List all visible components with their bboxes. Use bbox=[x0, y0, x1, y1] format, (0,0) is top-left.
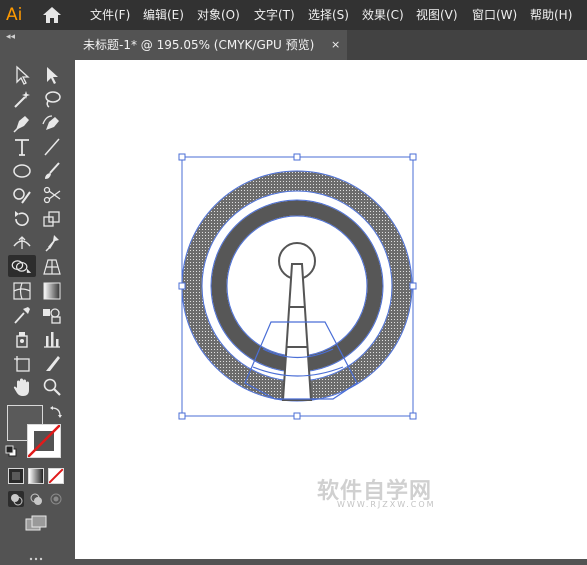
perspective-grid-tool-icon[interactable] bbox=[40, 256, 64, 278]
document-tab-title: 未标题-1* @ 195.05% (CMYK/GPU 预览) bbox=[83, 38, 315, 52]
scale-tool-icon[interactable] bbox=[40, 208, 64, 230]
menu-file[interactable]: 文件(F) bbox=[90, 0, 130, 30]
document-tab[interactable]: 未标题-1* @ 195.05% (CMYK/GPU 预览) × bbox=[75, 30, 347, 60]
more-tools-icon[interactable] bbox=[28, 551, 44, 561]
pen-tool-icon[interactable] bbox=[10, 112, 34, 134]
document-tab-bar: 未标题-1* @ 195.05% (CMYK/GPU 预览) × bbox=[75, 30, 587, 60]
color-mode-button[interactable] bbox=[8, 468, 24, 484]
gradient-mode-button[interactable] bbox=[28, 468, 44, 484]
app-logo: Ai bbox=[6, 5, 23, 25]
eyedropper-tool-icon[interactable] bbox=[10, 304, 34, 326]
symbol-sprayer-tool-icon[interactable] bbox=[10, 328, 34, 350]
draw-inside-icon[interactable] bbox=[48, 491, 64, 507]
slice-tool-icon[interactable] bbox=[40, 352, 64, 374]
menu-select[interactable]: 选择(S) bbox=[308, 0, 349, 30]
direct-selection-tool-icon[interactable] bbox=[40, 64, 64, 86]
puppet-warp-tool-icon[interactable] bbox=[40, 232, 64, 254]
ellipse-tool-icon[interactable] bbox=[10, 160, 34, 182]
blend-tool-icon[interactable] bbox=[40, 304, 64, 326]
home-icon[interactable] bbox=[42, 6, 62, 24]
watermark-url: WWW.RJZXW.COM bbox=[337, 500, 436, 509]
menu-effect[interactable]: 效果(C) bbox=[362, 0, 404, 30]
zoom-tool-icon[interactable] bbox=[40, 376, 64, 398]
shape-builder-tool-icon[interactable] bbox=[8, 255, 36, 277]
artboard-tool-icon[interactable] bbox=[10, 352, 34, 374]
panel-collapse-icon[interactable]: ◂◂ bbox=[6, 32, 15, 42]
magic-wand-tool-icon[interactable] bbox=[10, 88, 34, 110]
none-mode-button[interactable] bbox=[48, 468, 64, 484]
selection-tool-icon[interactable] bbox=[10, 64, 34, 86]
mesh-tool-icon[interactable] bbox=[10, 280, 34, 302]
swap-fill-stroke-icon[interactable] bbox=[49, 405, 63, 419]
column-graph-tool-icon[interactable] bbox=[40, 328, 64, 350]
paintbrush-tool-icon[interactable] bbox=[40, 160, 64, 182]
hand-tool-icon[interactable] bbox=[10, 376, 34, 398]
close-icon[interactable]: × bbox=[331, 30, 340, 60]
line-segment-tool-icon[interactable] bbox=[40, 136, 64, 158]
default-fill-stroke-icon[interactable] bbox=[5, 445, 17, 457]
type-tool-icon[interactable] bbox=[10, 136, 34, 158]
menu-type[interactable]: 文字(T) bbox=[254, 0, 295, 30]
screen-mode-icon[interactable] bbox=[24, 515, 48, 533]
scissors-tool-icon[interactable] bbox=[40, 184, 64, 206]
draw-normal-icon[interactable] bbox=[8, 491, 24, 507]
menu-view[interactable]: 视图(V) bbox=[416, 0, 458, 30]
menu-help[interactable]: 帮助(H) bbox=[530, 0, 572, 30]
lasso-tool-icon[interactable] bbox=[40, 88, 64, 110]
curvature-tool-icon[interactable] bbox=[40, 112, 64, 134]
menu-window[interactable]: 窗口(W) bbox=[472, 0, 517, 30]
gradient-tool-icon[interactable] bbox=[40, 280, 64, 302]
shaper-tool-icon[interactable] bbox=[10, 184, 34, 206]
menu-bar: Ai 文件(F) 编辑(E) 对象(O) 文字(T) 选择(S) 效果(C) 视… bbox=[0, 0, 587, 30]
stroke-swatch[interactable] bbox=[27, 424, 61, 458]
rotate-tool-icon[interactable] bbox=[10, 208, 34, 230]
menu-edit[interactable]: 编辑(E) bbox=[143, 0, 184, 30]
menu-object[interactable]: 对象(O) bbox=[197, 0, 240, 30]
width-tool-icon[interactable] bbox=[10, 232, 34, 254]
tower-shape bbox=[281, 263, 313, 401]
artboard-canvas[interactable]: 软件自学网 WWW.RJZXW.COM bbox=[75, 60, 587, 559]
draw-behind-icon[interactable] bbox=[28, 491, 44, 507]
